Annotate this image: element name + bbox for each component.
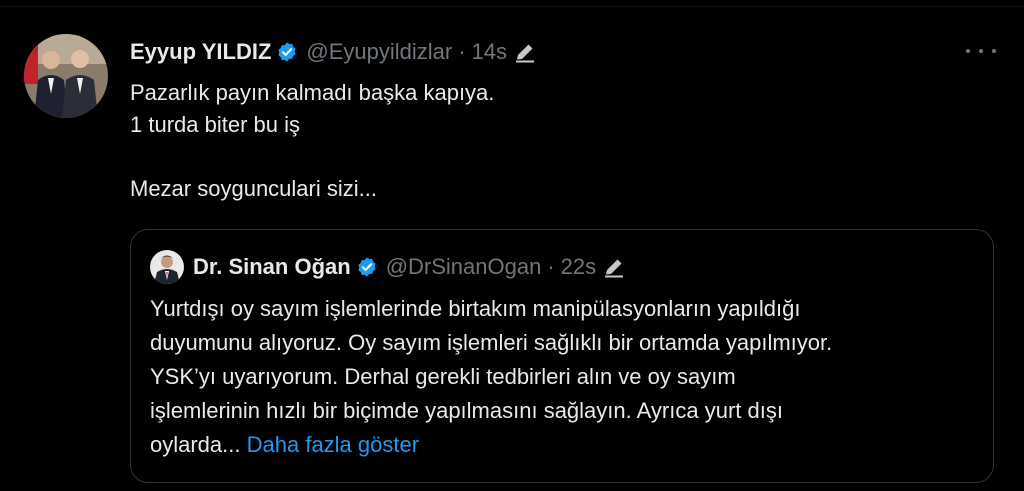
verified-badge-icon xyxy=(358,257,376,277)
quoted-line: duyumunu alıyoruz. Oy sayım işlemleri sa… xyxy=(150,330,833,355)
verified-badge-icon xyxy=(278,42,297,62)
quoted-last-line: oylarda... Daha fazla göster xyxy=(150,428,980,462)
tweet-line xyxy=(130,141,970,173)
quoted-author-avatar[interactable] xyxy=(150,250,184,284)
tweet-line: Pazarlık payın kalmadı başka kapıya. xyxy=(130,80,495,105)
tweet-header: Eyyup YILDIZ @Eyupyildizlar · 14s xyxy=(130,37,537,67)
quoted-body: Yurtdışı oy sayım işlemlerinde birtakım … xyxy=(150,292,980,462)
more-options-icon[interactable] xyxy=(966,41,996,61)
quoted-line: işlemlerinin hızlı bir biçimde yapılması… xyxy=(150,398,783,423)
quoted-author-name[interactable]: Dr. Sinan Oğan xyxy=(193,254,351,280)
separator-dot: · xyxy=(547,254,555,279)
quoted-author-handle[interactable]: @DrSinanOgan xyxy=(386,254,542,280)
tweet-card[interactable]: Eyyup YILDIZ @Eyupyildizlar · 14s Pazarl… xyxy=(0,6,1024,491)
edit-pencil-icon[interactable] xyxy=(602,255,626,279)
separator-dot: · xyxy=(458,39,466,64)
author-avatar[interactable] xyxy=(24,34,108,118)
quoted-line: YSK’yı uyarıyorum. Derhal gerekli tedbir… xyxy=(150,364,736,389)
author-name[interactable]: Eyyup YILDIZ xyxy=(130,39,271,65)
quoted-header: Dr. Sinan Oğan @DrSinanOgan · 22s xyxy=(193,252,626,282)
author-handle[interactable]: @Eyupyildizlar xyxy=(306,39,452,65)
more-dot xyxy=(992,49,996,53)
more-dot xyxy=(966,49,970,53)
quoted-line-prefix: oylarda... xyxy=(150,432,247,457)
quoted-line: Yurtdışı oy sayım işlemlerinde birtakım … xyxy=(150,296,801,321)
tweet-line: 1 turda biter bu iş xyxy=(130,112,300,137)
tweet-body: Pazarlık payın kalmadı başka kapıya. 1 t… xyxy=(130,77,970,205)
edit-pencil-icon[interactable] xyxy=(513,40,537,64)
quoted-timestamp[interactable]: 22s xyxy=(561,254,596,280)
more-dot xyxy=(979,49,983,53)
tweet-line: Mezar soygunculari sizi... xyxy=(130,176,377,201)
show-more-link[interactable]: Daha fazla göster xyxy=(247,432,419,457)
tweet-timestamp[interactable]: 14s xyxy=(472,39,507,65)
quoted-tweet[interactable]: Dr. Sinan Oğan @DrSinanOgan · 22s Yurtdı… xyxy=(130,229,994,483)
